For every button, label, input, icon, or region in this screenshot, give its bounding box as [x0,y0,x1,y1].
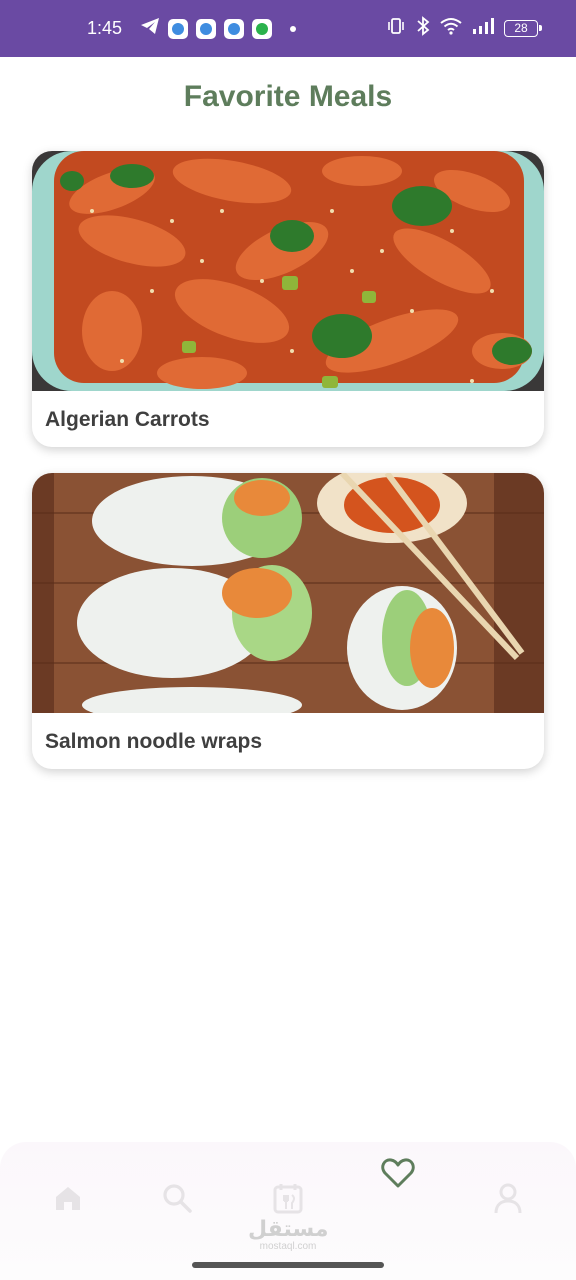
heart-icon[interactable] [379,1154,417,1192]
meal-title: Algerian Carrots [45,408,210,431]
more-notifications-dot [290,25,297,32]
home-icon[interactable] [50,1180,86,1216]
meal-title: Salmon noodle wraps [45,730,263,753]
meal-image [32,151,544,391]
search-icon[interactable] [159,1180,195,1216]
profile-icon[interactable] [490,1180,526,1216]
signal-icon [472,17,494,40]
watermark-logo: مستقل mostaql.com [248,1217,329,1252]
vibrate-icon [386,17,406,40]
battery-icon: 28 [504,20,542,37]
wifi-icon [440,17,462,40]
meal-image [32,473,544,713]
meal-card[interactable]: Algerian Carrots [32,151,544,447]
bluetooth-icon [416,16,430,41]
status-time: 1:45 [87,18,123,38]
calendar-icon[interactable] [270,1180,306,1216]
telegram-icon [140,17,160,40]
home-gesture-bar[interactable] [192,1262,384,1268]
status-notification-icons [140,17,297,40]
app-icon [196,18,217,39]
status-bar: 1:45 28 [0,0,576,57]
app-icon [168,18,189,39]
app-icon [224,18,245,39]
status-system-icons: 28 [386,16,542,41]
meal-card[interactable]: Salmon noodle wraps [32,473,544,769]
page-title: Favorite Meals [183,80,393,113]
spotify-icon [252,18,273,39]
